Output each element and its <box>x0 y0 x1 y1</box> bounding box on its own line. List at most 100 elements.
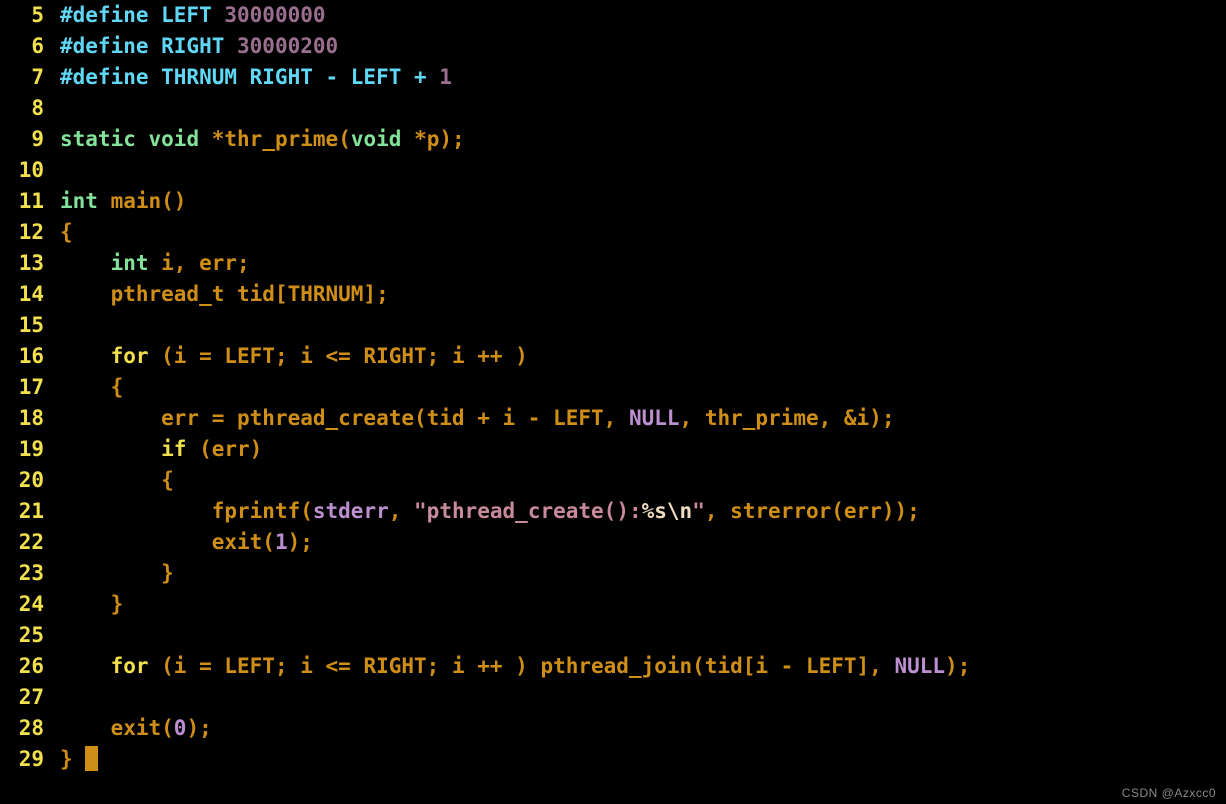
token-default: (err) <box>186 437 263 461</box>
line-number: 8 <box>31 96 44 120</box>
line-content[interactable]: } <box>44 589 1226 620</box>
text-cursor <box>85 746 99 771</box>
token-string: " <box>692 499 705 523</box>
token-punct: } <box>60 561 174 585</box>
token-const: 0 <box>173 716 187 740</box>
line-content[interactable]: int main() <box>44 186 1226 217</box>
line-content[interactable]: { <box>44 465 1226 496</box>
line-number: 10 <box>18 158 44 182</box>
code-line[interactable]: 28 exit(0); <box>0 713 1226 744</box>
token-default: (i = LEFT; i <= RIGHT; i ++ ) <box>148 344 528 368</box>
line-content[interactable]: exit(0); <box>44 713 1226 744</box>
code-line[interactable]: 6 #define RIGHT 30000200 <box>0 31 1226 62</box>
token-default <box>60 437 161 461</box>
line-content[interactable]: } <box>44 558 1226 589</box>
line-content[interactable]: err = pthread_create(tid + i - LEFT, NUL… <box>44 403 1226 434</box>
line-content[interactable]: { <box>44 372 1226 403</box>
token-preproc: #define RIGHT <box>60 34 238 58</box>
token-default: *p); <box>401 127 465 151</box>
code-line[interactable]: 25 <box>0 620 1226 651</box>
line-number: 15 <box>18 313 44 337</box>
code-editor[interactable]: 5 #define LEFT 30000000 6 #define RIGHT 300… <box>0 0 1226 804</box>
token-ident: main() <box>110 189 187 213</box>
token-punct: { <box>60 375 124 399</box>
line-content[interactable]: for (i = LEFT; i <= RIGHT; i ++ ) <box>44 341 1226 372</box>
token-punct: } <box>60 592 124 616</box>
line-number: 5 <box>31 3 44 27</box>
line-content[interactable]: { <box>44 217 1226 248</box>
token-default <box>60 344 111 368</box>
code-line[interactable]: 19 if (err) <box>0 434 1226 465</box>
code-line[interactable]: 13 int i, err; <box>0 248 1226 279</box>
token-default: ); <box>287 530 313 554</box>
code-line[interactable]: 24 } <box>0 589 1226 620</box>
line-content[interactable]: #define LEFT 30000000 <box>44 0 1226 31</box>
code-line[interactable]: 9 static void *thr_prime(void *p); <box>0 124 1226 155</box>
token-default: * <box>199 127 225 151</box>
code-line[interactable]: 18 err = pthread_create(tid + i - LEFT, … <box>0 403 1226 434</box>
code-line[interactable]: 21 fprintf(stderr, "pthread_create():%s\… <box>0 496 1226 527</box>
code-line[interactable]: 27 <box>0 682 1226 713</box>
code-line[interactable]: 14 pthread_t tid[THRNUM]; <box>0 279 1226 310</box>
line-content[interactable]: #define RIGHT 30000200 <box>44 31 1226 62</box>
token-preproc: #define LEFT <box>60 3 225 27</box>
line-content[interactable]: } <box>44 744 1226 775</box>
line-content[interactable]: for (i = LEFT; i <= RIGHT; i ++ ) pthrea… <box>44 651 1226 682</box>
line-number: 11 <box>18 189 44 213</box>
line-number: 6 <box>31 34 44 58</box>
token-preproc: #define THRNUM RIGHT - LEFT + <box>60 65 440 89</box>
code-line[interactable]: 11 int main() <box>0 186 1226 217</box>
line-content[interactable]: exit(1); <box>44 527 1226 558</box>
line-content[interactable]: if (err) <box>44 434 1226 465</box>
code-line[interactable]: 12 { <box>0 217 1226 248</box>
token-default: exit( <box>60 530 275 554</box>
code-line[interactable]: 17 { <box>0 372 1226 403</box>
line-number: 28 <box>18 716 44 740</box>
code-line[interactable]: 26 for (i = LEFT; i <= RIGHT; i ++ ) pth… <box>0 651 1226 682</box>
code-line[interactable]: 22 exit(1); <box>0 527 1226 558</box>
line-content[interactable]: static void *thr_prime(void *p); <box>44 124 1226 155</box>
line-content[interactable]: #define THRNUM RIGHT - LEFT + 1 <box>44 62 1226 93</box>
code-line[interactable]: 29} <box>0 744 1226 775</box>
token-const: NULL <box>894 654 946 678</box>
token-type: void <box>350 127 402 151</box>
code-line[interactable]: 10 <box>0 155 1226 186</box>
token-type: int <box>110 251 149 275</box>
token-default: err = pthread_create(tid + i - LEFT, <box>60 406 629 430</box>
token-number: 1 <box>439 65 452 89</box>
line-number: 14 <box>18 282 44 306</box>
line-number: 25 <box>18 623 44 647</box>
line-number: 18 <box>18 406 44 430</box>
token-keyword: for <box>110 654 149 678</box>
token-ident: thr_prime <box>224 127 339 151</box>
code-line[interactable]: 20 { <box>0 465 1226 496</box>
code-line[interactable]: 15 <box>0 310 1226 341</box>
line-number: 23 <box>18 561 44 585</box>
token-escape: %s\n <box>641 499 693 523</box>
token-type: void <box>148 127 200 151</box>
token-default <box>136 127 149 151</box>
code-line[interactable]: 7 #define THRNUM RIGHT - LEFT + 1 <box>0 62 1226 93</box>
token-const: NULL <box>628 406 680 430</box>
code-line[interactable]: 5 #define LEFT 30000000 <box>0 0 1226 31</box>
token-default: ); <box>186 716 212 740</box>
token-default <box>60 654 111 678</box>
token-type: static <box>60 127 136 151</box>
line-content[interactable]: fprintf(stderr, "pthread_create():%s\n",… <box>44 496 1226 527</box>
token-type: int <box>60 189 98 213</box>
token-number: 30000000 <box>224 3 326 27</box>
code-line[interactable]: 8 <box>0 93 1226 124</box>
code-line[interactable]: 16 for (i = LEFT; i <= RIGHT; i ++ ) <box>0 341 1226 372</box>
token-default: i, err; <box>148 251 250 275</box>
line-content[interactable]: int i, err; <box>44 248 1226 279</box>
code-line[interactable]: 23 } <box>0 558 1226 589</box>
token-const: stderr <box>312 499 389 523</box>
token-default: , <box>388 499 415 523</box>
token-punct: ( <box>338 127 351 151</box>
line-number: 20 <box>18 468 44 492</box>
token-default <box>98 189 111 213</box>
line-number: 26 <box>18 654 44 678</box>
token-default: ); <box>945 654 971 678</box>
line-content[interactable]: pthread_t tid[THRNUM]; <box>44 279 1226 310</box>
line-number: 9 <box>31 127 44 151</box>
